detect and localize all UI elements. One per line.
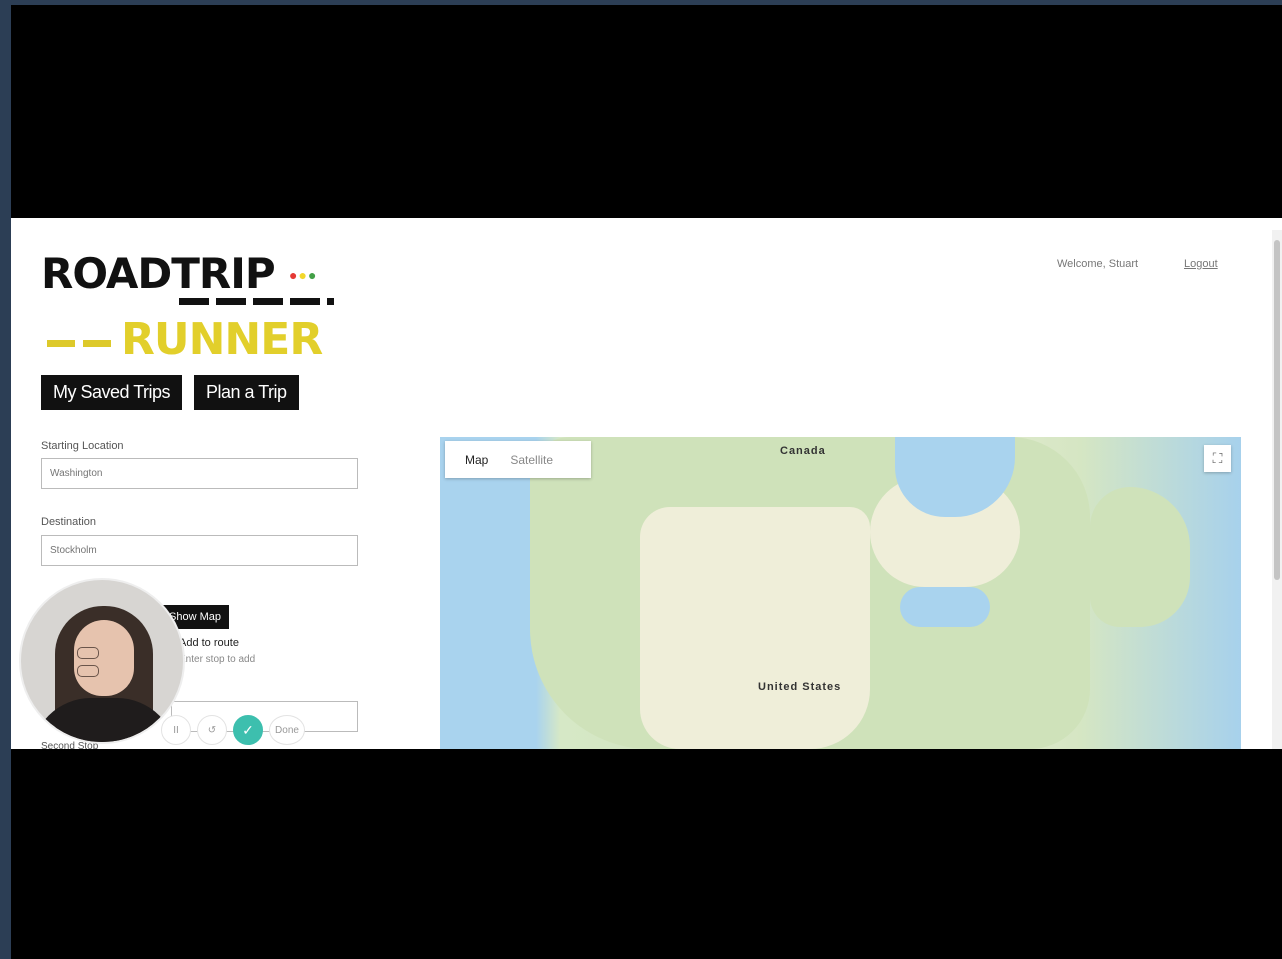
welcome-text: Welcome, Stuart [1057,258,1139,270]
destination-input[interactable] [41,535,358,566]
done-button[interactable]: Done [269,715,305,745]
map-label-united-states: United States [758,681,842,693]
destination-label: Destination [41,516,97,528]
logout-link[interactable]: Logout [1184,258,1218,270]
logo-text-runner: RUNNER [121,314,323,365]
great-lakes [900,587,990,627]
starting-location-input[interactable] [41,458,358,489]
map-tab-satellite[interactable]: Satellite [500,453,563,467]
glasses-icon [77,646,131,677]
scroll-thumb[interactable] [1274,240,1280,580]
map-type-tabs: Map Satellite [445,441,591,478]
video-frame: ROADTRIP ●●● RUNNER Welcome, Stuart Logo… [11,5,1282,959]
fullscreen-icon[interactable]: ⛶ [1204,445,1231,472]
map-land-east [1090,487,1190,627]
restart-icon[interactable]: ↺ [197,715,227,745]
app-page: ROADTRIP ●●● RUNNER Welcome, Stuart Logo… [11,218,1282,749]
traffic-light-icon: ●●● [289,267,318,283]
logo-text-roadtrip: ROADTRIP [41,249,276,298]
map-plains [640,507,870,749]
webcam-person-body [31,698,177,742]
map-tab-map[interactable]: Map [445,453,500,467]
logo-road-underline [179,298,334,305]
add-to-route-text[interactable]: Add to route [179,637,239,649]
checkmark-icon[interactable]: ✓ [233,715,263,745]
starting-location-label: Starting Location [41,440,124,452]
logo-road-dash [47,340,117,347]
add-stop-hint: Enter stop to add [179,654,256,665]
recording-toolbar: II ↺ ✓ Done [161,715,305,745]
map-label-canada: Canada [780,445,826,457]
logo[interactable]: ROADTRIP ●●● RUNNER [41,249,341,365]
map[interactable]: Map Satellite ⛶ Canada United States [440,437,1241,749]
my-saved-trips-button[interactable]: My Saved Trips [41,375,183,410]
pause-icon[interactable]: II [161,715,191,745]
plan-a-trip-button[interactable]: Plan a Trip [194,375,299,410]
scrollbar[interactable] [1272,230,1282,749]
